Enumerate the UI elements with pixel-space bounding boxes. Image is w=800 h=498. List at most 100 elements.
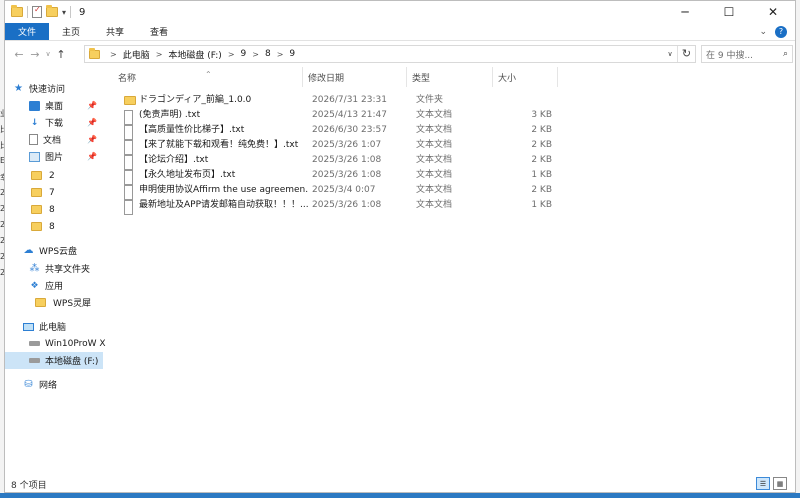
file-name: 最新地址及APP请发邮箱自动获取！！！... [139, 200, 309, 210]
nav-quick-access[interactable]: ★ 快速访问 [13, 80, 65, 97]
file-row[interactable]: 最新地址及APP请发邮箱自动获取！！！... 2025/3/26 1:08 文本… [117, 198, 557, 215]
nav-item-wps-cloud[interactable]: ☁ WPS云盘 [23, 242, 78, 259]
file-size: 2 KB [531, 155, 552, 165]
file-row[interactable]: 【论坛介绍】.txt 2025/3/26 1:08 文本文档 2 KB [117, 153, 557, 170]
details-view-icon[interactable]: ☰ [756, 477, 770, 490]
nav-item-drive-f[interactable]: 本地磁盘 (F:) [5, 352, 103, 369]
column-divider[interactable] [406, 67, 407, 87]
file-row[interactable]: 【来了就能下载和观看！纯免费！】.txt 2025/3/26 1:07 文本文档… [117, 138, 557, 155]
nav-label: WPS灵犀 [53, 299, 92, 309]
file-row[interactable]: 【高质量性价比梯子】.txt 2026/6/30 23:57 文本文档 2 KB [117, 123, 557, 140]
navigation-bar: ← → ∨ ↑ > 此电脑 > 本地磁盘 (F:) > 9 > 8 > 9 ∨ … [5, 42, 795, 66]
tab-home[interactable]: 主页 [49, 23, 93, 40]
customize-toolbar-icon[interactable]: ▾ [62, 8, 66, 17]
breadcrumb-this-pc[interactable]: 此电脑 [123, 48, 150, 61]
address-bar[interactable]: > 此电脑 > 本地磁盘 (F:) > 9 > 8 > 9 ∨ ↻ [84, 45, 696, 63]
recent-locations-chevron-icon[interactable]: ∨ [43, 50, 53, 58]
refresh-icon[interactable]: ↻ [677, 46, 695, 62]
breadcrumb: > 此电脑 > 本地磁盘 (F:) > 9 > 8 > 9 [104, 48, 295, 61]
folder-icon [89, 47, 100, 59]
file-type: 文本文档 [416, 155, 453, 165]
nav-item-shared-folder[interactable]: ⁂ 共享文件夹 [29, 260, 91, 277]
nav-item-folder-8[interactable]: 8 [31, 201, 55, 218]
nav-item-apps[interactable]: ❖ 应用 [29, 277, 63, 294]
apps-icon: ❖ [30, 280, 39, 291]
nav-item-pictures[interactable]: 图片 📌 [29, 148, 103, 165]
nav-item-network[interactable]: ⛁ 网络 [23, 376, 57, 393]
file-explorer-window: ▾ 9 ─ ☐ ✕ 文件 主页 共享 查看 ⌄ ? ← → ∨ ↑ > 此电脑 [4, 0, 796, 493]
column-divider[interactable] [492, 67, 493, 87]
file-size: 2 KB [531, 125, 552, 135]
file-row[interactable]: 【永久地址发布页】.txt 2025/3/26 1:08 文本文档 1 KB [117, 168, 557, 185]
text-file-icon [124, 200, 133, 215]
maximize-button[interactable]: ☐ [707, 1, 751, 23]
back-arrow-icon[interactable]: ← [11, 48, 27, 61]
search-input[interactable]: 在 9 中搜... ⌕ [701, 45, 793, 63]
nav-label: 共享文件夹 [45, 265, 91, 275]
chevron-right-icon[interactable]: > [228, 50, 235, 59]
file-name: 【永久地址发布页】.txt [139, 170, 236, 180]
chevron-right-icon[interactable]: > [156, 50, 163, 59]
title-bar: ▾ 9 ─ ☐ ✕ [5, 1, 795, 23]
file-size: 1 KB [531, 200, 552, 210]
breadcrumb-folder-9-current[interactable]: 9 [289, 49, 295, 59]
folder-icon [31, 222, 42, 231]
nav-item-drive-c[interactable]: Win10ProW X [29, 335, 106, 352]
chevron-right-icon[interactable]: > [110, 50, 117, 59]
breadcrumb-drive-f[interactable]: 本地磁盘 (F:) [168, 48, 221, 61]
nav-item-downloads[interactable]: ↓ 下载 📌 [29, 114, 103, 131]
nav-item-documents[interactable]: 文档 📌 [29, 131, 103, 148]
chevron-right-icon[interactable]: > [277, 50, 284, 59]
help-icon[interactable]: ? [775, 25, 787, 38]
nav-item-this-pc[interactable]: 此电脑 [23, 318, 66, 335]
breadcrumb-folder-8[interactable]: 8 [265, 49, 271, 59]
tab-file[interactable]: 文件 [5, 23, 50, 40]
document-icon [29, 134, 38, 145]
view-switcher: ☰ ▦ [756, 477, 787, 490]
new-folder-icon[interactable] [46, 5, 58, 17]
chevron-down-icon[interactable]: ⌄ [759, 27, 767, 37]
folder-icon [31, 205, 42, 214]
drive-icon [29, 358, 40, 363]
properties-icon[interactable] [32, 5, 42, 18]
tab-share[interactable]: 共享 [93, 23, 137, 40]
divider [70, 6, 72, 18]
file-size: 1 KB [531, 170, 552, 180]
file-type: 文本文档 [416, 125, 453, 135]
chevron-right-icon[interactable]: > [252, 50, 259, 59]
column-divider[interactable] [557, 67, 558, 87]
download-icon: ↓ [30, 117, 39, 128]
breadcrumb-folder-9[interactable]: 9 [241, 49, 247, 59]
file-type: 文本文档 [416, 185, 453, 195]
nav-item-wps-lingxi[interactable]: WPS灵犀 [35, 294, 91, 311]
nav-item-folder-2[interactable]: 2 [31, 167, 55, 184]
nav-label: 下载 [45, 119, 64, 129]
column-header-type[interactable]: 类型 [412, 67, 430, 87]
search-placeholder: 在 9 中搜... [706, 50, 754, 61]
forward-arrow-icon[interactable]: → [27, 48, 43, 61]
nav-item-folder-7[interactable]: 7 [31, 184, 55, 201]
file-date: 2026/7/31 23:31 [312, 95, 387, 105]
address-history-chevron-icon[interactable]: ∨ [663, 50, 677, 58]
file-date: 2025/4/13 21:47 [312, 110, 387, 120]
column-header-date[interactable]: 修改日期 [308, 67, 344, 87]
file-name: 【论坛介绍】.txt [139, 155, 209, 165]
taskbar-edge [0, 493, 800, 498]
computer-icon [23, 322, 34, 331]
nav-item-desktop[interactable]: 桌面 📌 [29, 97, 103, 114]
close-button[interactable]: ✕ [751, 1, 795, 23]
file-row[interactable]: 申明使用协议Affirm the use agreemen... 2025/3/… [117, 183, 557, 200]
column-label: 修改日期 [308, 73, 345, 84]
column-header-name[interactable]: 名称 [118, 67, 136, 87]
up-arrow-icon[interactable]: ↑ [53, 48, 69, 61]
column-header-size[interactable]: 大小 [498, 67, 516, 87]
column-divider[interactable] [302, 67, 303, 87]
nav-label: 8 [49, 204, 55, 215]
status-bar: 8 个项目 ☰ ▦ [5, 475, 795, 493]
file-row[interactable]: ドラゴンディア_前編_1.0.0 2026/7/31 23:31 文件夹 [117, 93, 557, 108]
file-row[interactable]: (免责声明) .txt 2025/4/13 21:47 文本文档 3 KB [117, 108, 557, 125]
tab-view[interactable]: 查看 [137, 23, 181, 40]
minimize-button[interactable]: ─ [663, 1, 707, 23]
nav-item-folder-8b[interactable]: 8 [31, 218, 55, 235]
large-icons-view-icon[interactable]: ▦ [773, 477, 787, 490]
